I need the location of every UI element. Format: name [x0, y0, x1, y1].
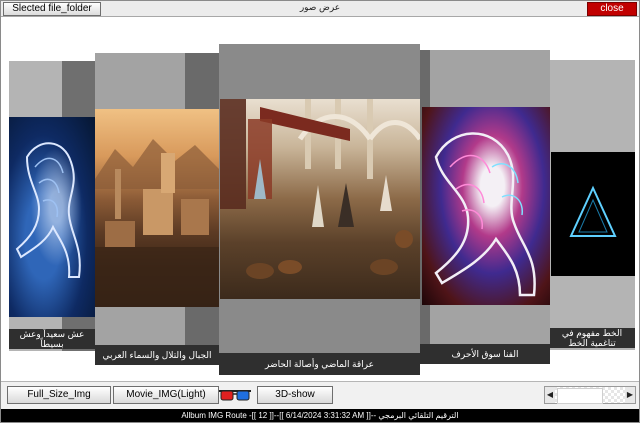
image-carousel: عش سعيداً وعش بسيطاً الجبال والتلال والس…	[1, 17, 639, 380]
carousel-card-5[interactable]: الخط مفهوم في تناغمية الخط	[549, 60, 635, 350]
calligraphy-horse-icon	[422, 107, 550, 305]
scroll-thumb[interactable]	[557, 388, 603, 404]
window-title: عرض صور	[299, 2, 341, 12]
bottom-toolbar: Full_Size_Img Movie_IMG(Light) 3D-show ◀…	[1, 381, 639, 409]
card-caption: الخط مفهوم في تناغمية الخط	[549, 328, 635, 348]
carousel-card-3[interactable]: عراقة الماضي وأصالة الحاضر	[219, 44, 420, 375]
card-caption: عراقة الماضي وأصالة الحاضر	[219, 353, 420, 375]
close-button[interactable]: close	[587, 2, 637, 16]
app-window: Slected file_folder عرض صور close عش سعي…	[0, 0, 640, 423]
arab-city-icon	[95, 109, 219, 307]
triangle-icon	[551, 152, 635, 276]
3d-show-button[interactable]: 3D-show	[257, 386, 333, 404]
card-caption: الفنا سوق الأحرف	[420, 344, 550, 364]
card-caption: عش سعيداً وعش بسيطاً	[9, 329, 95, 349]
horse-blue-icon	[9, 117, 95, 317]
market-scene-icon	[220, 99, 420, 299]
status-bar: Allbum IMG Route -[[ 12 ]]--[[ 6/14/2024…	[1, 409, 639, 422]
carousel-card-2[interactable]: الجبال والتلال والسماء العربي	[95, 53, 219, 365]
title-bar: Slected file_folder عرض صور close	[1, 1, 639, 17]
3d-glasses-icon[interactable]	[218, 388, 252, 402]
carousel-card-4[interactable]: الفنا سوق الأحرف	[420, 50, 550, 364]
horizontal-scrollbar[interactable]: ◀ ▶	[544, 386, 636, 404]
full-size-image-button[interactable]: Full_Size_Img	[7, 386, 111, 404]
movie-image-light-button[interactable]: Movie_IMG(Light)	[113, 386, 219, 404]
carousel-card-1[interactable]: عش سعيداً وعش بسيطاً	[9, 61, 95, 351]
scroll-left-icon[interactable]: ◀	[545, 387, 555, 403]
card-caption: الجبال والتلال والسماء العربي	[95, 345, 219, 365]
scroll-right-icon[interactable]: ▶	[625, 387, 635, 403]
